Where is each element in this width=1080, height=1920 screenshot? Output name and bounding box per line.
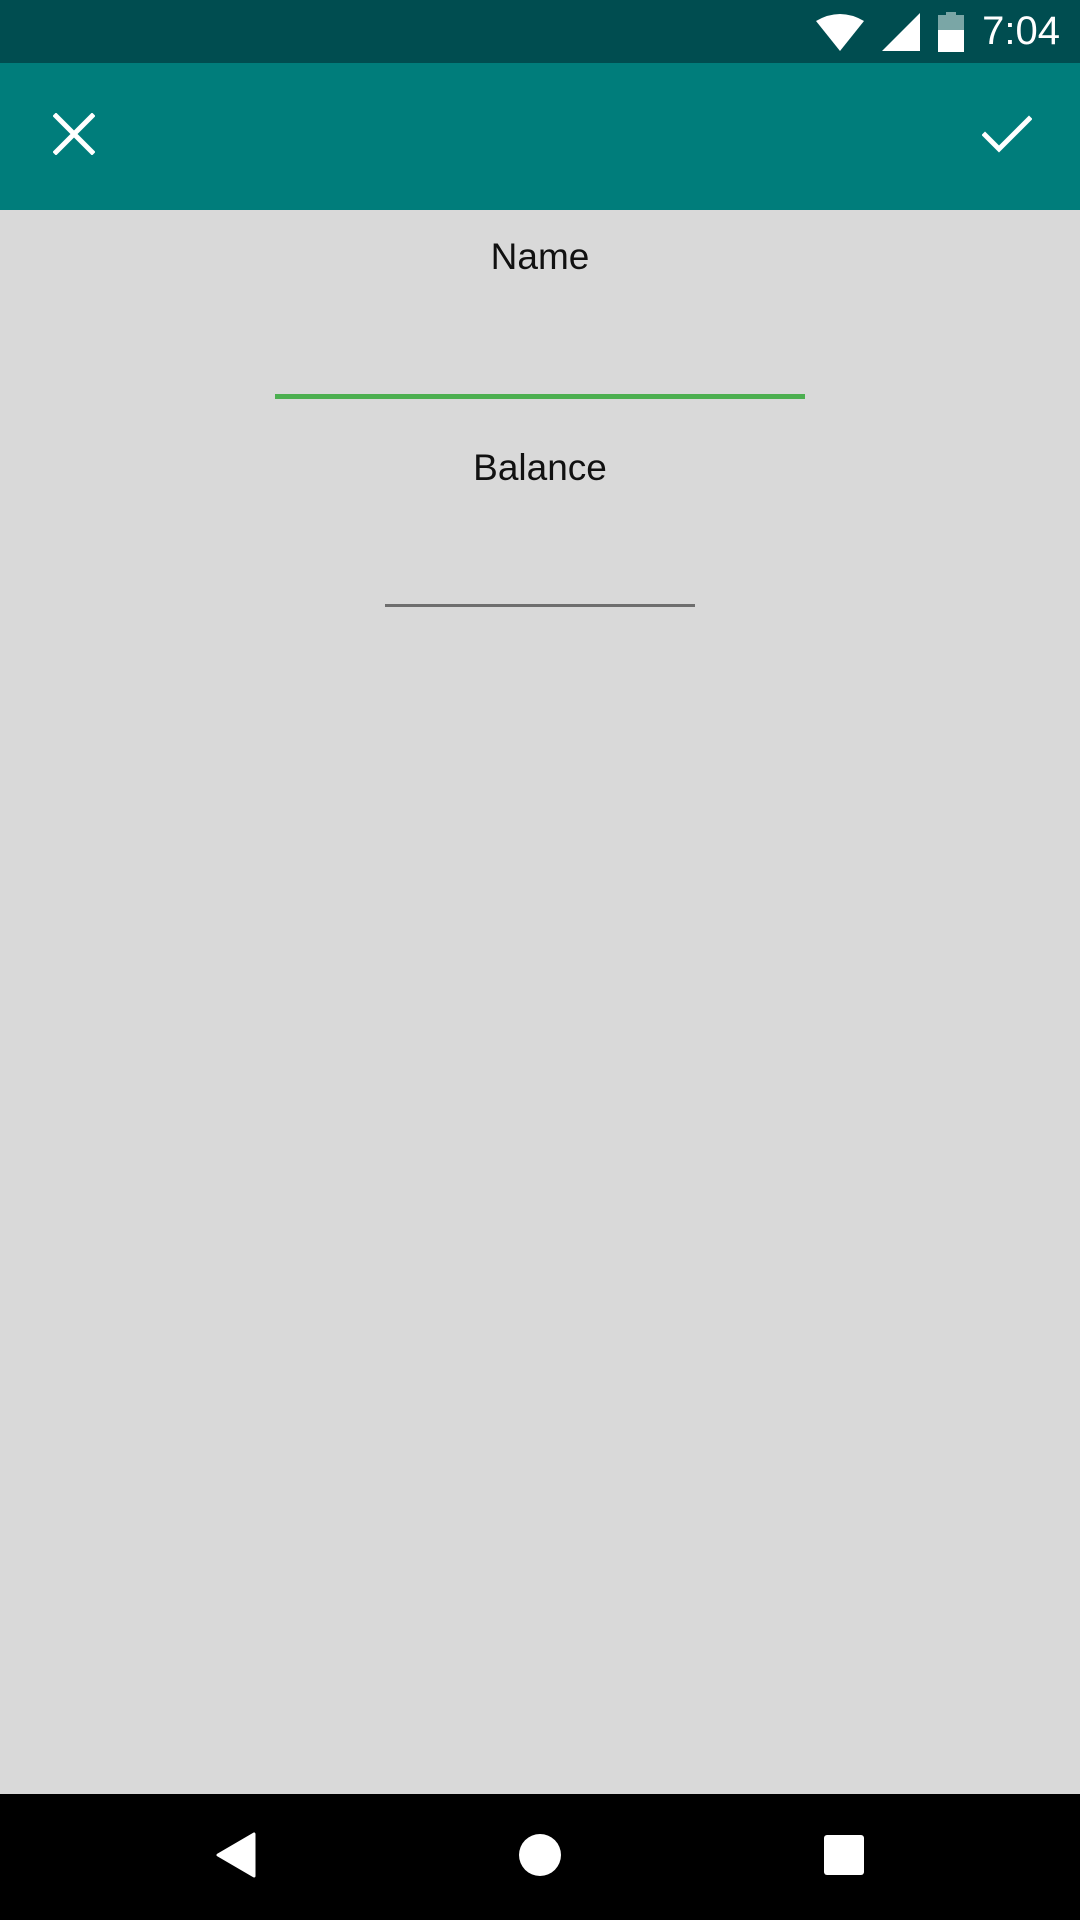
cell-signal-icon bbox=[882, 12, 921, 51]
name-input[interactable] bbox=[275, 330, 805, 399]
save-button[interactable] bbox=[933, 63, 1080, 210]
recents-icon bbox=[824, 1834, 864, 1880]
wifi-icon bbox=[816, 13, 865, 51]
status-icons: 7:04 bbox=[816, 0, 1060, 63]
app-bar bbox=[0, 63, 1080, 210]
home-button[interactable] bbox=[477, 1794, 603, 1920]
status-bar: 7:04 bbox=[0, 0, 1080, 63]
close-button[interactable] bbox=[0, 63, 147, 210]
back-icon bbox=[216, 1832, 256, 1883]
close-icon bbox=[51, 112, 96, 160]
battery-icon bbox=[938, 11, 965, 52]
name-label: Name bbox=[490, 236, 590, 277]
back-button[interactable] bbox=[173, 1794, 299, 1920]
balance-input[interactable] bbox=[385, 540, 695, 607]
check-icon bbox=[980, 114, 1033, 159]
status-time: 7:04 bbox=[982, 9, 1060, 53]
balance-label: Balance bbox=[473, 447, 607, 488]
navigation-bar bbox=[0, 1794, 1080, 1920]
recents-button[interactable] bbox=[781, 1794, 907, 1920]
home-icon bbox=[518, 1833, 562, 1882]
